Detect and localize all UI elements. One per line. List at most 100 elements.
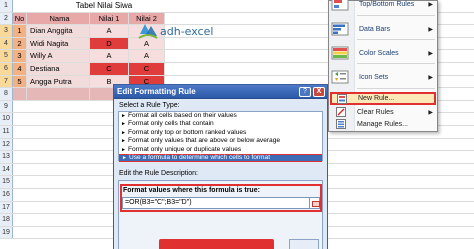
rule-type-label: Format only values that are above or bel… [127, 137, 281, 145]
logo-mark-icon [138, 24, 158, 39]
icon-sets-icon [331, 70, 349, 84]
cell-no[interactable]: 3 [13, 50, 27, 62]
cell-name[interactable]: Widi Nagita [27, 37, 90, 50]
cell-no[interactable]: 4 [13, 63, 27, 75]
rule-type-option[interactable]: ► Format only cells that contain [119, 120, 322, 128]
row-header[interactable]: 7 [0, 75, 13, 88]
menu-item-label: Manage Rules... [357, 120, 408, 128]
dialog-titlebar[interactable]: Edit Formatting Rule ? X [114, 85, 327, 99]
menu-item-label: Data Bars [359, 25, 391, 33]
bullet-icon: ► [121, 121, 126, 128]
menu-item-new-rule[interactable]: New Rule... [330, 92, 436, 105]
data-bars-icon [331, 22, 349, 36]
rule-type-label: Format only cells that contain [127, 120, 214, 128]
row-header[interactable]: 13 [0, 151, 13, 163]
cell-name[interactable]: Willy A [27, 50, 90, 62]
close-button[interactable]: X [313, 87, 325, 97]
logo-text: adh-excel [160, 24, 214, 38]
rule-type-option[interactable]: ► Format only top or bottom ranked values [119, 129, 322, 137]
rule-type-list: ► Format all cells based on their values … [118, 111, 323, 163]
new-rule-icon [337, 93, 347, 104]
format-button[interactable] [289, 239, 319, 249]
adh-excel-logo: adh-excel [137, 20, 213, 42]
color-scales-icon [331, 46, 349, 60]
cell-no[interactable]: 1 [13, 25, 27, 37]
row-header[interactable]: 10 [0, 113, 13, 125]
row-header[interactable]: 16 [0, 189, 13, 201]
rule-type-option-selected[interactable]: ► Use a formula to determine which cells … [119, 153, 322, 163]
clear-rules-icon [336, 107, 346, 117]
top-bottom-icon [331, 0, 349, 11]
menu-item-color-scales[interactable]: Color Scales ▶ [331, 46, 435, 60]
row-header[interactable]: 6 [0, 63, 13, 75]
menu-item-top-bottom-rules[interactable]: Top/Bottom Rules ▶ [331, 0, 435, 11]
row-header[interactable]: 5 [0, 50, 13, 62]
select-rule-type-label: Select a Rule Type: [119, 102, 180, 109]
menu-separator [357, 15, 435, 16]
cell-nilai-2[interactable]: A [129, 50, 165, 62]
bullet-icon: ► [121, 138, 126, 145]
rule-type-option[interactable]: ► Format only values that are above or be… [119, 137, 322, 145]
cell-nilai-1[interactable]: A [90, 25, 129, 37]
menu-separator [357, 88, 435, 89]
cell-no[interactable]: 2 [13, 37, 27, 50]
conditional-formatting-menu: Top/Bottom Rules ▶ Data Bars ▶ Color Sca… [328, 0, 438, 132]
rule-description-panel: Format values where this formula is true… [118, 180, 323, 249]
row-header[interactable]: 17 [0, 201, 13, 214]
row-header[interactable]: 11 [0, 126, 13, 138]
row-header[interactable]: 3 [0, 25, 13, 37]
menu-item-data-bars[interactable]: Data Bars ▶ [331, 22, 435, 36]
submenu-arrow-icon: ▶ [428, 109, 433, 116]
cell-nilai-1[interactable]: D [90, 37, 129, 50]
bullet-icon: ► [121, 129, 126, 136]
edit-description-label: Edit the Rule Description: [119, 170, 198, 177]
cell-name[interactable]: Angga Putra [27, 75, 90, 88]
row-header[interactable]: 1 [0, 0, 13, 12]
formula-input[interactable]: =OR(B3="C";B3="D") [122, 197, 314, 209]
bullet-icon: ► [121, 146, 126, 153]
menu-item-manage-rules[interactable]: Manage Rules... [331, 119, 435, 129]
row-header[interactable]: 19 [0, 226, 13, 239]
header-no[interactable]: No [13, 12, 27, 25]
row-header[interactable]: 8 [0, 88, 13, 100]
header-name[interactable]: Nama [27, 12, 90, 25]
edit-formatting-rule-dialog: Edit Formatting Rule ? X Select a Rule T… [113, 84, 328, 249]
cell-name[interactable]: Destiana [27, 63, 90, 75]
submenu-arrow-icon: ▶ [428, 26, 433, 33]
rule-type-label: Format only top or bottom ranked values [127, 128, 247, 136]
cell-name[interactable]: Dian Anggita [27, 25, 90, 37]
submenu-arrow-icon: ▶ [428, 50, 433, 57]
format-values-label: Format values where this formula is true… [123, 187, 260, 194]
menu-item-label: Color Scales [359, 49, 399, 57]
rule-type-label: Format all cells based on their values [127, 112, 237, 119]
row-header[interactable]: 14 [0, 163, 13, 176]
cell-nilai-2[interactable]: C [129, 63, 165, 75]
cell-no[interactable]: 5 [13, 75, 27, 88]
empty-cell[interactable] [13, 88, 27, 100]
rule-type-label: Use a formula to determine which cells t… [128, 153, 271, 161]
cell-nilai-1[interactable]: A [90, 50, 129, 62]
header-nilai-1[interactable]: Nilai 1 [90, 12, 129, 25]
menu-item-clear-rules[interactable]: Clear Rules ▶ [331, 107, 435, 117]
submenu-arrow-icon: ▶ [428, 74, 433, 81]
row-header[interactable]: 9 [0, 100, 13, 113]
menu-separator [357, 63, 435, 64]
menu-item-label: Icon Sets [359, 73, 389, 81]
row-header[interactable]: 4 [0, 37, 13, 50]
bullet-icon: ► [121, 113, 126, 119]
rule-type-option[interactable]: ► Format only unique or duplicate values [119, 146, 322, 154]
cell-nilai-1[interactable]: C [90, 63, 129, 75]
row-header[interactable]: 2 [0, 12, 13, 25]
bullet-icon: ► [122, 154, 127, 161]
row-header[interactable]: 18 [0, 214, 13, 226]
rule-type-option[interactable]: ► Format all cells based on their values [119, 112, 322, 120]
row-header[interactable]: 12 [0, 138, 13, 151]
menu-item-label: New Rule... [358, 95, 395, 102]
row-header[interactable]: 15 [0, 176, 13, 188]
format-preview-button[interactable] [159, 239, 274, 249]
submenu-arrow-icon: ▶ [428, 1, 433, 8]
collapse-dialog-button[interactable] [309, 197, 320, 209]
help-button[interactable]: ? [299, 87, 311, 97]
empty-cell[interactable] [27, 88, 90, 100]
menu-item-icon-sets[interactable]: Icon Sets ▶ [331, 70, 435, 84]
